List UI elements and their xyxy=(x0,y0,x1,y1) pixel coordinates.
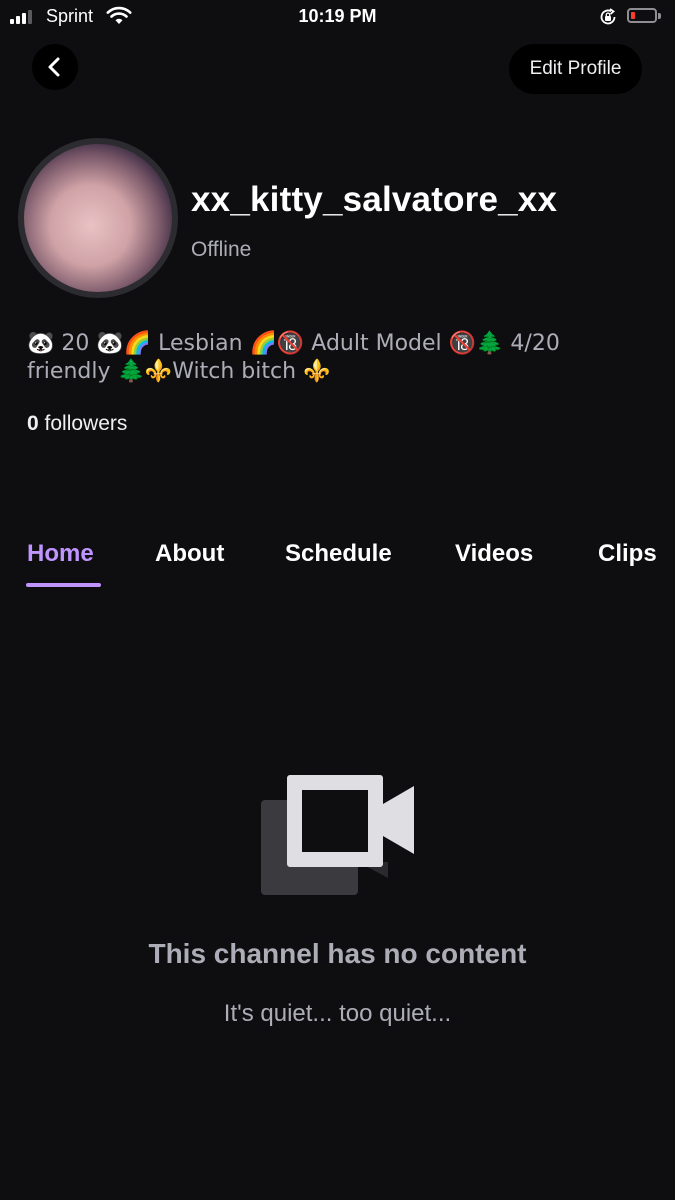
back-button[interactable] xyxy=(32,44,78,90)
empty-state-subtitle: It's quiet... too quiet... xyxy=(223,1000,452,1027)
followers-label: followers xyxy=(44,412,128,435)
edit-profile-button[interactable]: Edit Profile xyxy=(509,44,642,94)
battery-icon xyxy=(627,8,661,23)
tab-home[interactable]: Home xyxy=(27,540,94,568)
tab-clips[interactable]: Clips xyxy=(598,540,657,568)
active-tab-indicator xyxy=(26,583,101,587)
tab-bar: Home About Schedule Videos Clips xyxy=(0,535,675,595)
profile-screen: Sprint 10:19 PM Edit Profile xx_kitty_sa… xyxy=(0,0,675,1200)
chevron-left-icon xyxy=(48,57,60,77)
video-camera-icon xyxy=(261,775,414,895)
avatar[interactable] xyxy=(18,138,178,298)
avatar-image xyxy=(24,144,172,292)
tab-about[interactable]: About xyxy=(155,540,224,568)
bio-text: 🐼 20 🐼🌈 Lesbian 🌈🔞 Adult Model 🔞🌲 4/20 f… xyxy=(27,331,560,384)
status-label: Offline xyxy=(191,238,252,261)
clock: 10:19 PM xyxy=(298,6,377,26)
followers-count[interactable]: 0 followers xyxy=(27,412,127,436)
username: xx_kitty_salvatore_xx xyxy=(191,180,558,219)
status-bar: Sprint 10:19 PM xyxy=(0,0,675,36)
rotation-lock-icon xyxy=(600,8,616,25)
tab-schedule[interactable]: Schedule xyxy=(285,540,392,568)
tab-videos[interactable]: Videos xyxy=(455,540,533,568)
empty-state-title: This channel has no content xyxy=(148,938,527,969)
followers-number: 0 xyxy=(27,412,39,435)
